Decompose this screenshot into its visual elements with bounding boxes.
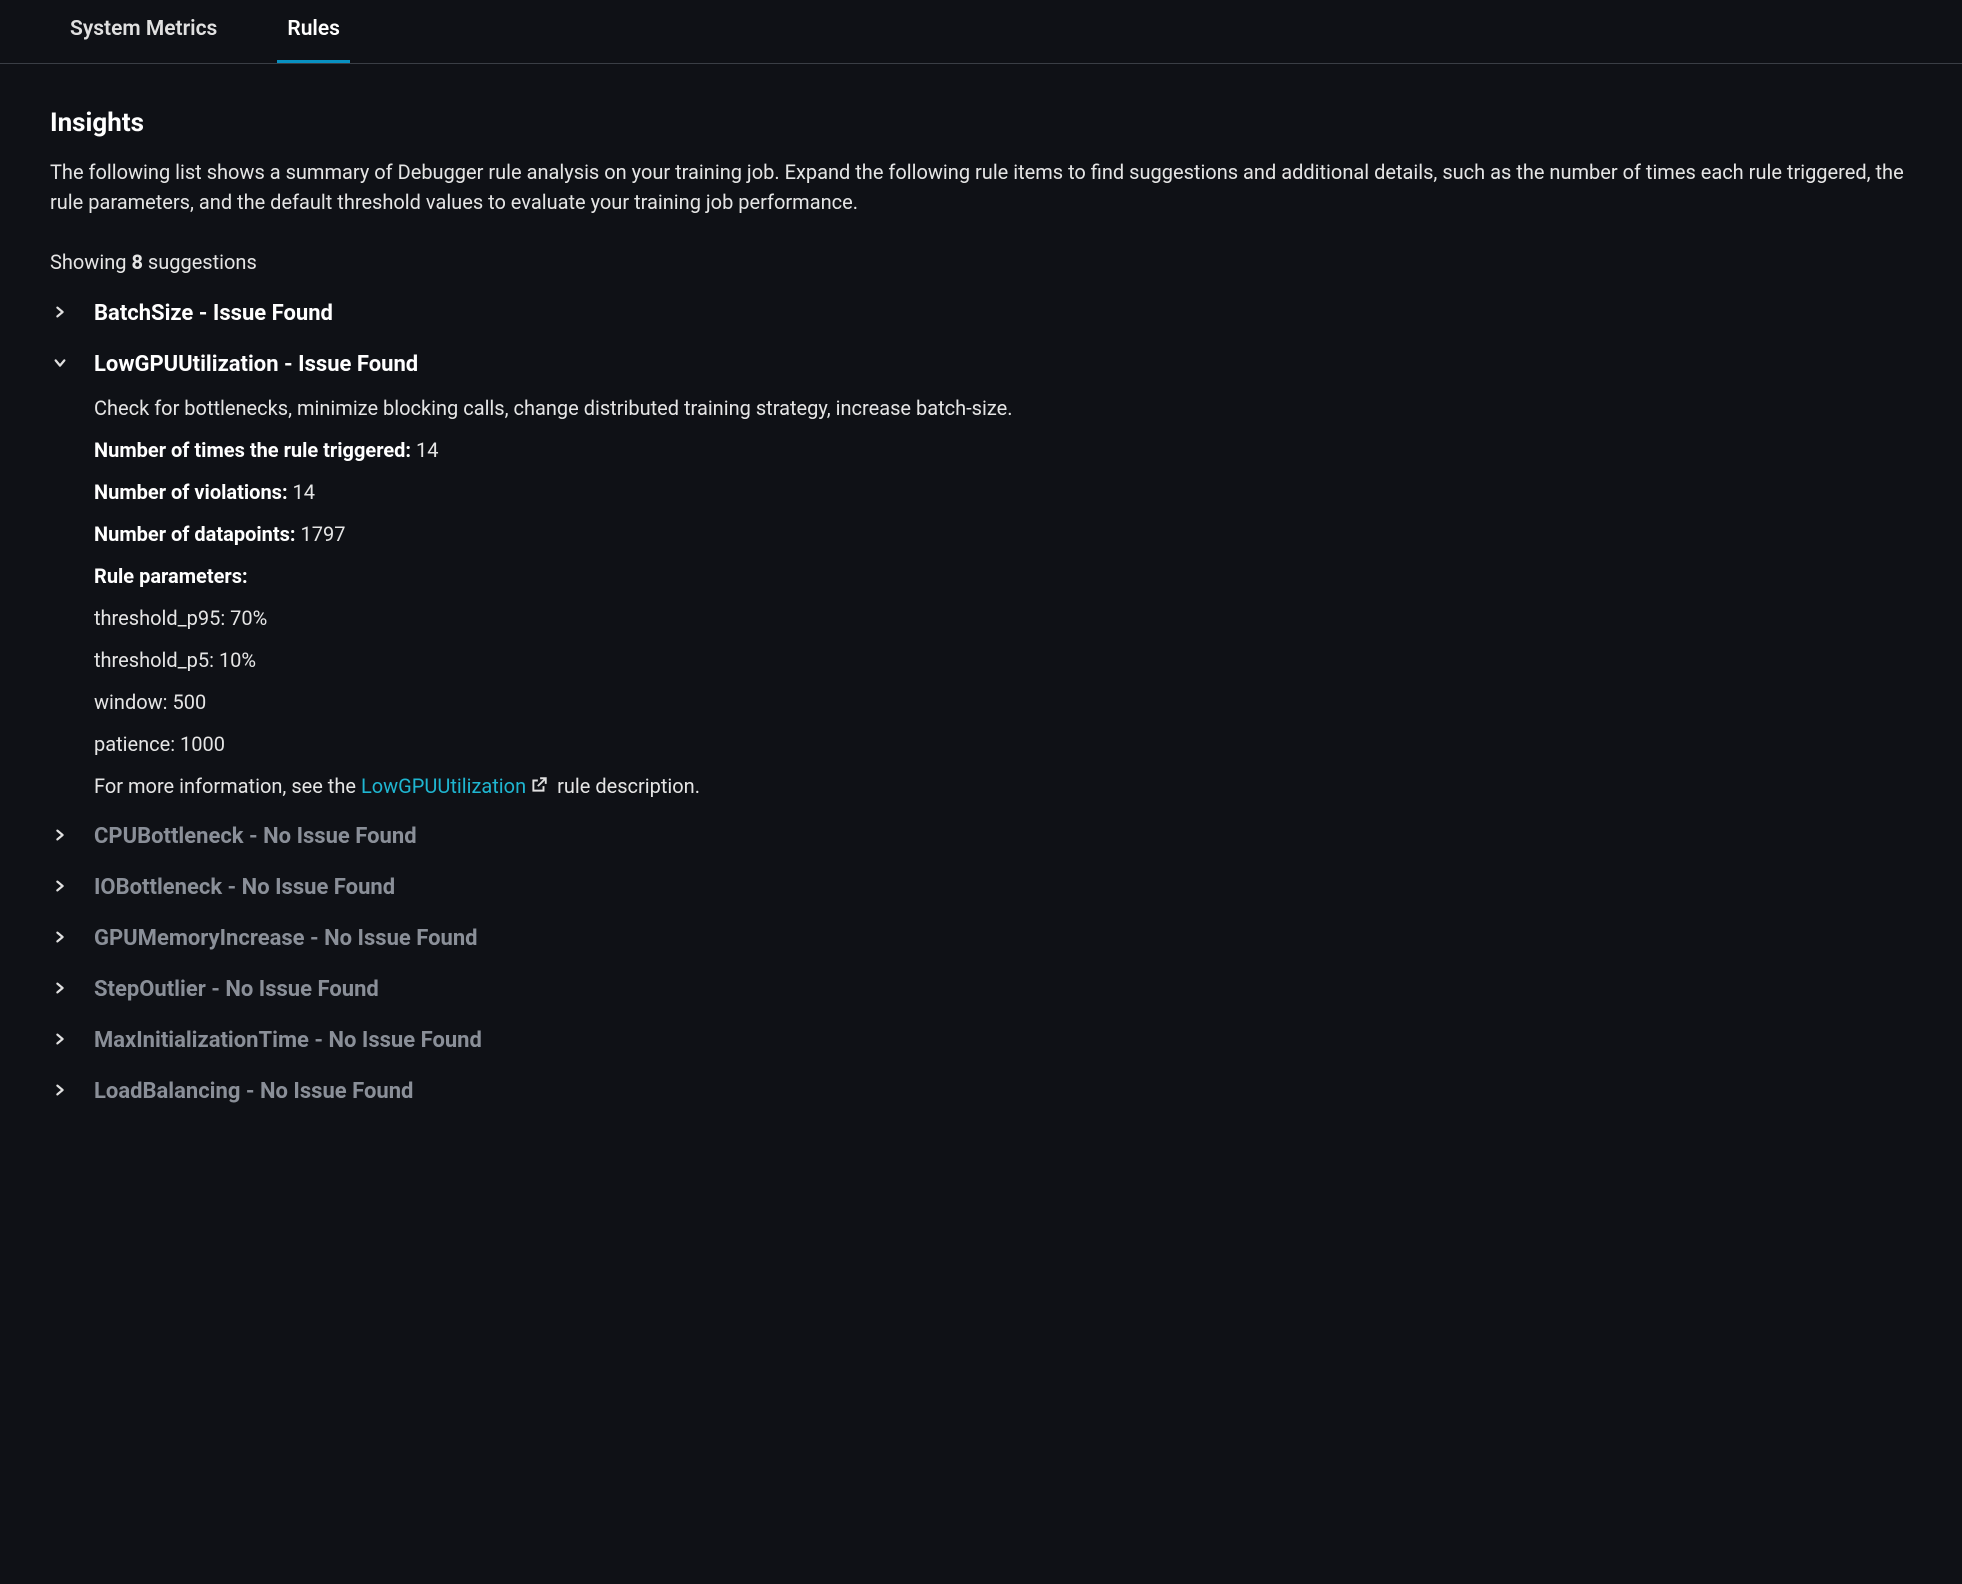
rule-triggered-value: 14 — [416, 438, 438, 462]
rule-item: BatchSize - Issue Found — [50, 297, 1912, 330]
rule-title: StepOutlier - No Issue Found — [94, 973, 1912, 1006]
insights-title: Insights — [50, 104, 1912, 143]
rule-body: CPUBottleneck - No Issue Found — [94, 820, 1912, 853]
rule-violations-label: Number of violations: — [94, 480, 293, 504]
rule-title: MaxInitializationTime - No Issue Found — [94, 1024, 1912, 1057]
rule-param: threshold_p5: 10% — [94, 645, 1912, 675]
rule-param: patience: 1000 — [94, 729, 1912, 759]
rule-triggered-label: Number of times the rule triggered: — [94, 438, 416, 462]
rule-item: StepOutlier - No Issue Found — [50, 973, 1912, 1006]
rule-item: GPUMemoryIncrease - No Issue Found — [50, 922, 1912, 955]
rule-params-label: Rule parameters: — [94, 561, 1912, 591]
rule-item: IOBottleneck - No Issue Found — [50, 871, 1912, 904]
rule-title: CPUBottleneck - No Issue Found — [94, 820, 1912, 853]
chevron-right-icon[interactable] — [50, 1029, 70, 1049]
chevron-right-icon[interactable] — [50, 927, 70, 947]
external-link-icon — [530, 772, 548, 802]
tab-system-metrics[interactable]: System Metrics — [60, 0, 227, 63]
rule-body: LowGPUUtilization - Issue Found Check fo… — [94, 348, 1912, 803]
rule-datapoints-value: 1797 — [301, 522, 346, 546]
rule-item: LowGPUUtilization - Issue Found Check fo… — [50, 348, 1912, 803]
rule-item: CPUBottleneck - No Issue Found — [50, 820, 1912, 853]
tabs-bar: System Metrics Rules — [0, 0, 1962, 64]
chevron-right-icon[interactable] — [50, 876, 70, 896]
rule-param: threshold_p95: 70% — [94, 603, 1912, 633]
showing-prefix: Showing — [50, 250, 131, 274]
rule-body: MaxInitializationTime - No Issue Found — [94, 1024, 1912, 1057]
rule-more-info: For more information, see the LowGPUUtil… — [94, 771, 1912, 803]
chevron-right-icon[interactable] — [50, 825, 70, 845]
chevron-right-icon[interactable] — [50, 1080, 70, 1100]
rule-suggestion: Check for bottlenecks, minimize blocking… — [94, 393, 1912, 423]
showing-suffix: suggestions — [143, 250, 257, 274]
rule-item: LoadBalancing - No Issue Found — [50, 1075, 1912, 1108]
rule-title: BatchSize - Issue Found — [94, 297, 1912, 330]
chevron-right-icon[interactable] — [50, 302, 70, 322]
chevron-right-icon[interactable] — [50, 978, 70, 998]
showing-count: 8 — [131, 250, 142, 274]
tab-rules[interactable]: Rules — [277, 0, 350, 63]
rule-details: Check for bottlenecks, minimize blocking… — [94, 393, 1912, 803]
rule-body: LoadBalancing - No Issue Found — [94, 1075, 1912, 1108]
rule-violations-value: 14 — [293, 480, 315, 504]
rule-body: BatchSize - Issue Found — [94, 297, 1912, 330]
more-info-prefix: For more information, see the — [94, 774, 361, 798]
showing-text: Showing 8 suggestions — [50, 247, 1912, 277]
rule-body: IOBottleneck - No Issue Found — [94, 871, 1912, 904]
rule-body: StepOutlier - No Issue Found — [94, 973, 1912, 1006]
more-info-link[interactable]: LowGPUUtilization — [361, 774, 526, 798]
rule-violations: Number of violations: 14 — [94, 477, 1912, 507]
rule-title: LoadBalancing - No Issue Found — [94, 1075, 1912, 1108]
rule-datapoints: Number of datapoints: 1797 — [94, 519, 1912, 549]
content-area: Insights The following list shows a summ… — [0, 64, 1962, 1167]
chevron-down-icon[interactable] — [50, 353, 70, 373]
rule-item: MaxInitializationTime - No Issue Found — [50, 1024, 1912, 1057]
rule-title: GPUMemoryIncrease - No Issue Found — [94, 922, 1912, 955]
more-info-suffix: rule description. — [552, 774, 700, 798]
insights-description: The following list shows a summary of De… — [50, 157, 1912, 217]
rule-triggered: Number of times the rule triggered: 14 — [94, 435, 1912, 465]
rule-body: GPUMemoryIncrease - No Issue Found — [94, 922, 1912, 955]
rule-param: window: 500 — [94, 687, 1912, 717]
rule-datapoints-label: Number of datapoints: — [94, 522, 301, 546]
rule-title: IOBottleneck - No Issue Found — [94, 871, 1912, 904]
rules-list: BatchSize - Issue Found LowGPUUtilizatio… — [50, 297, 1912, 1109]
rule-title: LowGPUUtilization - Issue Found — [94, 348, 1912, 381]
